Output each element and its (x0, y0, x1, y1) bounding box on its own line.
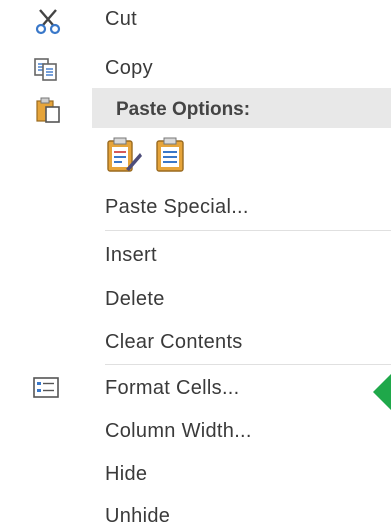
menu-item-delete[interactable]: Delete (18, 279, 391, 317)
paste-options-label: Paste Options: (116, 99, 251, 120)
menu-separator (105, 230, 391, 231)
menu-item-insert[interactable]: Insert (18, 235, 391, 273)
menu-item-cut[interactable]: Cut (18, 0, 391, 37)
paste-formatting-icon (107, 137, 142, 172)
menu-item-hide[interactable]: Hide (18, 454, 391, 492)
menu-item-copy-label: Copy (105, 57, 153, 79)
menu-item-copy[interactable]: Copy (18, 48, 391, 86)
scissors-icon (35, 9, 61, 35)
menu-item-paste-special-label: Paste Special... (105, 196, 249, 218)
paste-formatting-button[interactable] (104, 135, 144, 175)
menu-item-format-cells-label: Format Cells... (105, 377, 240, 399)
menu-item-clear-contents[interactable]: Clear Contents (18, 322, 391, 360)
green-arrow-pointer (373, 374, 391, 410)
menu-item-unhide[interactable]: Unhide (18, 496, 391, 531)
copy-icon (34, 58, 57, 81)
menu-item-column-width-label: Column Width... (105, 420, 252, 442)
paste-values-button[interactable] (152, 135, 192, 175)
clipboard-icon (36, 97, 60, 123)
menu-separator (105, 364, 391, 365)
menu-item-cut-label: Cut (105, 8, 138, 30)
menu-item-hide-label: Hide (105, 463, 148, 485)
menu-item-insert-label: Insert (105, 244, 157, 266)
context-menu: Cut Copy Paste Options: Paste Special...… (18, 0, 391, 531)
menu-item-paste-special[interactable]: Paste Special... (18, 187, 391, 225)
menu-item-delete-label: Delete (105, 288, 165, 310)
paste-values-icon (156, 137, 184, 172)
format-cells-icon (33, 377, 59, 398)
menu-item-unhide-label: Unhide (105, 505, 171, 527)
menu-item-format-cells[interactable]: Format Cells... (18, 368, 391, 406)
menu-item-clear-contents-label: Clear Contents (105, 331, 243, 353)
menu-item-column-width[interactable]: Column Width... (18, 411, 391, 449)
